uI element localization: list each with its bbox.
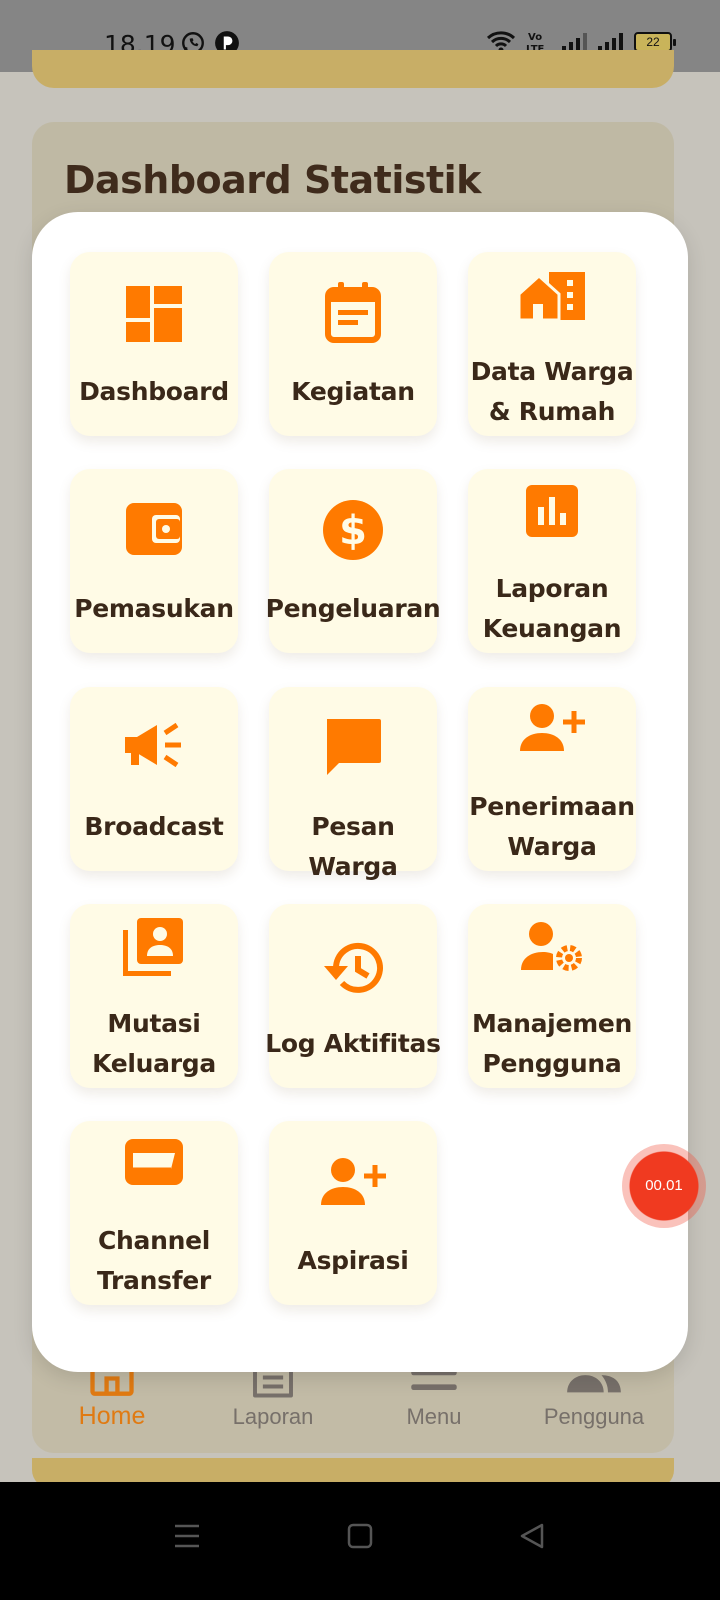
houses-icon	[517, 272, 585, 322]
bar-chart-icon	[526, 485, 578, 537]
menu-item-label: Aspirasi	[297, 1246, 409, 1275]
svg-text:$: $	[339, 508, 367, 554]
menu-item-dashboard[interactable]: Dashboard	[70, 252, 238, 436]
nav-pengguna-label: Pengguna	[543, 1404, 645, 1429]
menu-item-label: Keluarga	[92, 1049, 216, 1078]
system-nav	[0, 1482, 720, 1600]
menu-item-log-aktifitas[interactable]: Log Aktifitas	[265, 904, 441, 1088]
menu-item-manajemen-pengguna[interactable]: Manajemen Pengguna	[468, 904, 636, 1088]
menu-item-label: Manajemen	[471, 1009, 633, 1038]
home-button-icon[interactable]	[346, 1522, 374, 1550]
megaphone-icon	[125, 722, 181, 768]
menu-item-penerimaan-warga[interactable]: Penerimaan Warga	[468, 687, 636, 871]
message-icon	[327, 719, 381, 775]
menu-item-laporan-keuangan[interactable]: Laporan Keuangan	[468, 469, 636, 653]
menu-item-aspirasi[interactable]: Aspirasi	[269, 1121, 437, 1305]
back-icon[interactable]	[518, 1522, 546, 1550]
menu-item-label: Log Aktifitas	[265, 1029, 441, 1058]
menu-item-label: Pengguna	[482, 1049, 622, 1078]
menu-item-label: Penerimaan	[469, 792, 635, 821]
history-icon	[324, 942, 383, 993]
menu-item-data-warga[interactable]: Data Warga & Rumah	[468, 252, 636, 436]
menu-item-label: Data Warga	[470, 357, 634, 386]
menu-item-mutasi-keluarga[interactable]: Mutasi Keluarga	[70, 904, 238, 1088]
menu-item-label: Transfer	[97, 1266, 211, 1295]
person-add-icon	[520, 704, 585, 751]
contacts-icon	[123, 918, 183, 976]
manage-accounts-icon	[521, 922, 582, 971]
menu-item-label: Mutasi	[107, 1009, 201, 1038]
svg-text:Vo: Vo	[528, 32, 542, 43]
wallet-icon	[126, 503, 182, 555]
card-icon	[125, 1139, 183, 1185]
menu-item-label: Pemasukan	[74, 594, 234, 623]
nav-home-label: Home	[78, 1402, 146, 1430]
menu-item-broadcast[interactable]: Broadcast	[70, 687, 238, 871]
background-card	[32, 50, 674, 88]
menu-item-pengeluaran[interactable]: $ Pengeluaran	[266, 469, 441, 653]
menu-item-kegiatan[interactable]: Kegiatan	[269, 252, 437, 436]
menu-sheet: Dashboard Kegiatan Data Warga & Rumah Pe…	[32, 212, 688, 1372]
recents-icon[interactable]	[172, 1522, 202, 1550]
menu-item-label: Keuangan	[482, 614, 622, 643]
recording-timer[interactable]: 00.01	[622, 1144, 706, 1228]
battery-icon: 22	[634, 32, 676, 52]
person-add-icon	[321, 1158, 386, 1205]
menu-item-label: Laporan	[495, 574, 609, 603]
dashboard-icon	[126, 286, 182, 342]
menu-item-label: Warga	[507, 832, 597, 861]
dollar-icon: $	[323, 500, 383, 560]
menu-item-channel-transfer[interactable]: Channel Transfer	[70, 1121, 238, 1305]
menu-item-label: Pesan Warga	[308, 812, 398, 881]
calendar-icon	[325, 282, 381, 343]
menu-item-label: Dashboard	[79, 377, 229, 406]
menu-item-label: Pengeluaran	[265, 594, 441, 623]
menu-item-label: Broadcast	[84, 812, 224, 841]
menu-item-label: & Rumah	[488, 397, 616, 426]
dashboard-title: Dashboard Statistik	[64, 158, 481, 202]
menu-item-pemasukan[interactable]: Pemasukan	[70, 469, 238, 653]
menu-item-label: Kegiatan	[291, 377, 415, 406]
menu-item-pesan-warga[interactable]: Pesan Warga	[269, 687, 437, 881]
nav-laporan-label: Laporan	[232, 1404, 314, 1429]
menu-item-label: Channel	[97, 1226, 211, 1255]
nav-menu-label: Menu	[406, 1404, 462, 1429]
